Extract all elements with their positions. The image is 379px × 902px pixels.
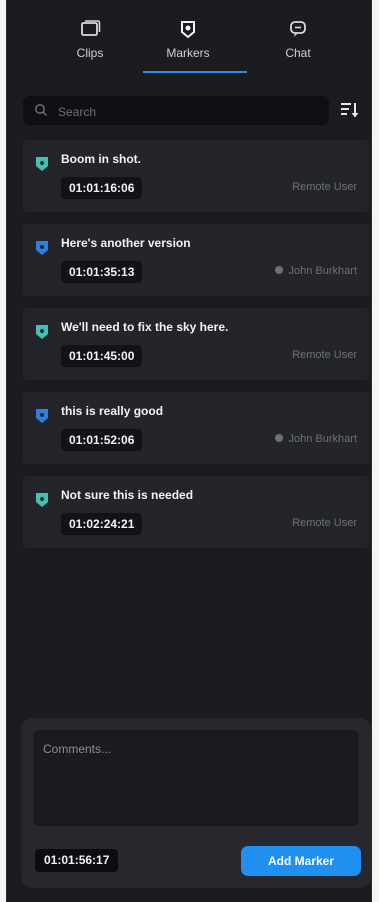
marker-user-name: John Burkhart: [288, 265, 357, 277]
marker-icon: [181, 21, 195, 39]
marker-item[interactable]: this is really good 01:01:52:06 John Bur…: [23, 392, 369, 464]
search-input[interactable]: [56, 96, 320, 127]
marker-title: Here's another version: [61, 236, 191, 250]
marker-user-name: Remote User: [292, 181, 357, 193]
user-status-dot: [274, 434, 283, 442]
marker-user: Remote User: [292, 349, 357, 361]
tab-label: Chat: [285, 46, 311, 60]
tab-bar: Clips Markers Chat: [7, 0, 371, 76]
markers-panel: Clips Markers Chat Search Boom in shot. …: [6, 0, 372, 902]
marker-title: We'll need to fix the sky here.: [61, 320, 229, 334]
marker-shield-icon: [36, 493, 48, 507]
marker-composer: 01:01:56:17 Add Marker: [21, 718, 371, 888]
clips-icon: [81, 20, 101, 36]
marker-timecode[interactable]: 01:02:24:21: [61, 513, 143, 535]
add-marker-button[interactable]: Add Marker: [241, 846, 361, 876]
marker-user: John Burkhart: [274, 433, 357, 445]
marker-shield-icon: [36, 157, 48, 171]
marker-title: Boom in shot.: [61, 152, 141, 166]
tab-label: Markers: [166, 46, 210, 60]
marker-timecode[interactable]: 01:01:16:06: [61, 177, 143, 199]
tab-markers[interactable]: Markers: [143, 18, 233, 70]
user-status-dot: [274, 266, 283, 274]
marker-item[interactable]: Boom in shot. 01:01:16:06 Remote User: [23, 140, 369, 212]
marker-item[interactable]: We'll need to fix the sky here. 01:01:45…: [23, 308, 369, 380]
marker-shield-icon: [36, 241, 48, 255]
marker-shield-icon: [36, 409, 48, 423]
marker-user: John Burkhart: [274, 265, 357, 277]
active-tab-indicator: [143, 71, 247, 73]
marker-list: Boom in shot. 01:01:16:06 Remote User He…: [23, 140, 369, 560]
comment-field[interactable]: [33, 730, 359, 826]
current-timecode: 01:01:56:17: [35, 849, 119, 872]
marker-user-name: John Burkhart: [288, 433, 357, 445]
marker-title: this is really good: [61, 404, 164, 418]
marker-timecode[interactable]: 01:01:35:13: [61, 261, 143, 283]
marker-shield-icon: [36, 325, 48, 339]
marker-item[interactable]: Not sure this is needed 01:02:24:21 Remo…: [23, 476, 369, 548]
marker-title: Not sure this is needed: [61, 488, 194, 502]
marker-user: Remote User: [292, 181, 357, 193]
chat-icon: [290, 21, 306, 37]
marker-item[interactable]: Here's another version 01:01:35:13 John …: [23, 224, 369, 296]
tab-chat[interactable]: Chat: [253, 18, 343, 70]
marker-user-name: Remote User: [292, 517, 357, 529]
search-box: [23, 96, 329, 127]
tab-clips[interactable]: Clips: [45, 18, 135, 70]
search-icon: [35, 104, 48, 117]
sort-icon[interactable]: [339, 99, 361, 121]
marker-user: Remote User: [292, 517, 357, 529]
marker-user-name: Remote User: [292, 349, 357, 361]
tab-label: Clips: [76, 46, 104, 60]
marker-timecode[interactable]: 01:01:52:06: [61, 429, 143, 451]
marker-timecode[interactable]: 01:01:45:00: [61, 345, 143, 367]
